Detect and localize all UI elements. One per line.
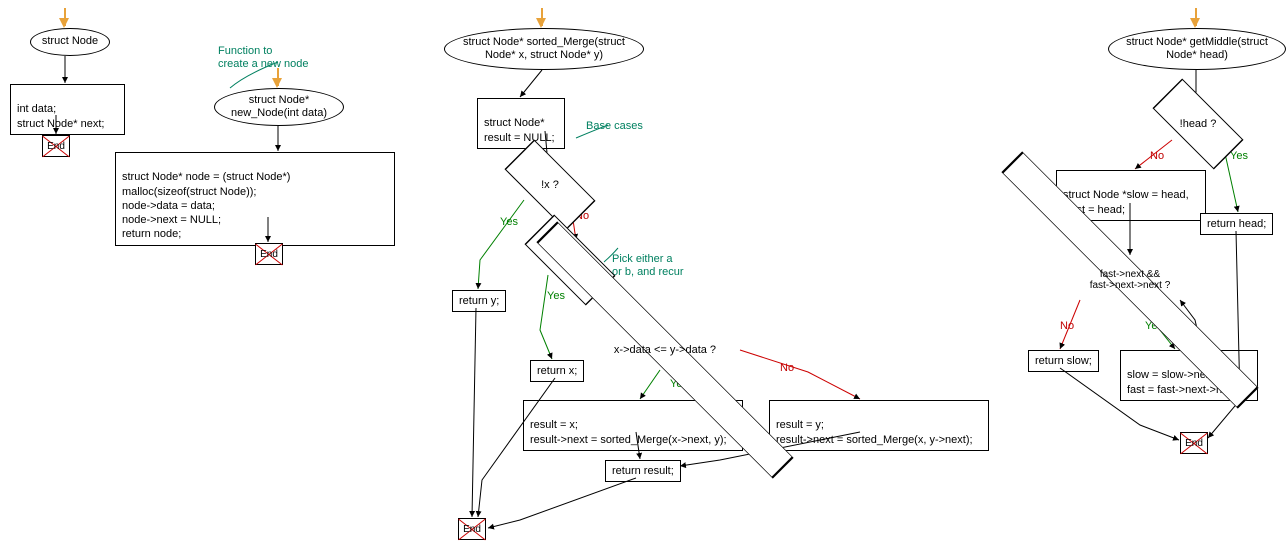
fc3-cond3: x->data <= y->data ? bbox=[590, 330, 740, 370]
fc4-ret-head-text: return head; bbox=[1207, 218, 1266, 230]
fc4-title-text: struct Node* getMiddle(struct Node* head… bbox=[1126, 36, 1268, 62]
fc3-end: End bbox=[458, 518, 486, 540]
fc4-cond1-yes: Yes bbox=[1230, 150, 1248, 162]
fc2-end: End bbox=[255, 243, 283, 265]
fc3-ret-result: return result; bbox=[605, 460, 681, 482]
fc3-box1-text: struct Node* result = NULL; bbox=[484, 117, 555, 143]
fc3-cond3-text: x->data <= y->data ? bbox=[614, 344, 716, 356]
fc3-ret-x: return x; bbox=[530, 360, 584, 382]
fc1-end-text: End bbox=[47, 141, 65, 152]
fc3-box-no-text: result = y; result->next = sorted_Merge(… bbox=[776, 419, 973, 445]
fc4-cond1-text: !head ? bbox=[1180, 118, 1217, 130]
fc4-ret-head: return head; bbox=[1200, 213, 1273, 235]
fc3-box-no: result = y; result->next = sorted_Merge(… bbox=[769, 400, 989, 451]
fc3-title-text: struct Node* sorted_Merge(struct Node* x… bbox=[463, 36, 625, 62]
fc1-body-text: int data; struct Node* next; bbox=[17, 103, 104, 129]
fc1-title-text: struct Node bbox=[42, 35, 98, 48]
fc1-end: End bbox=[42, 135, 70, 157]
fc3-end-text: End bbox=[463, 524, 481, 535]
fc1-title: struct Node bbox=[30, 28, 110, 56]
fc3-cond2-yes: Yes bbox=[547, 290, 565, 302]
start-arrow-4 bbox=[1190, 18, 1200, 28]
fc2-comment: Function to create a new node bbox=[218, 32, 309, 72]
fc3-comment2: Pick either a or b, and recur bbox=[612, 240, 684, 280]
fc4-end: End bbox=[1180, 432, 1208, 454]
fc1-body: int data; struct Node* next; bbox=[10, 84, 125, 135]
fc3-comment1: Base cases bbox=[586, 120, 643, 133]
fc4-ret-slow-text: return slow; bbox=[1035, 355, 1092, 367]
fc3-cond3-no: No bbox=[780, 362, 794, 374]
fc4-cond1-no: No bbox=[1150, 150, 1164, 162]
fc3-ret-result-text: return result; bbox=[612, 465, 674, 477]
fc3-comment2-text: Pick either a or b, and recur bbox=[612, 253, 684, 278]
fc4-cond2-no: No bbox=[1060, 320, 1074, 332]
start-arrow-1 bbox=[59, 18, 69, 28]
fc3-box-yes-text: result = x; result->next = sorted_Merge(… bbox=[530, 419, 727, 445]
start-arrow-2 bbox=[272, 78, 282, 88]
fc2-body: struct Node* node = (struct Node*) mallo… bbox=[115, 152, 395, 246]
fc2-comment-text: Function to create a new node bbox=[218, 45, 309, 70]
start-arrow-3 bbox=[536, 18, 546, 28]
fc4-cond1: !head ? bbox=[1168, 104, 1228, 144]
fc3-box1: struct Node* result = NULL; bbox=[477, 98, 565, 149]
fc3-ret-x-text: return x; bbox=[537, 365, 577, 377]
fc3-cond1: !x ? bbox=[520, 165, 580, 205]
fc3-ret-y: return y; bbox=[452, 290, 506, 312]
fc3-cond1-yes: Yes bbox=[500, 216, 518, 228]
fc4-title: struct Node* getMiddle(struct Node* head… bbox=[1108, 28, 1286, 70]
fc3-ret-y-text: return y; bbox=[459, 295, 499, 307]
fc2-title: struct Node* new_Node(int data) bbox=[214, 88, 344, 126]
fc3-title: struct Node* sorted_Merge(struct Node* x… bbox=[444, 28, 644, 70]
fc4-ret-slow: return slow; bbox=[1028, 350, 1099, 372]
fc2-body-text: struct Node* node = (struct Node*) mallo… bbox=[122, 171, 290, 240]
fc3-cond1-text: !x ? bbox=[541, 179, 559, 191]
fc3-comment1-text: Base cases bbox=[586, 120, 643, 132]
fc2-end-text: End bbox=[260, 249, 278, 260]
fc4-cond2-text: fast->next && fast->next->next ? bbox=[1090, 269, 1171, 291]
fc2-title-text: struct Node* new_Node(int data) bbox=[231, 94, 327, 120]
fc4-end-text: End bbox=[1185, 438, 1203, 449]
fc4-cond2: fast->next && fast->next->next ? bbox=[1055, 260, 1205, 300]
